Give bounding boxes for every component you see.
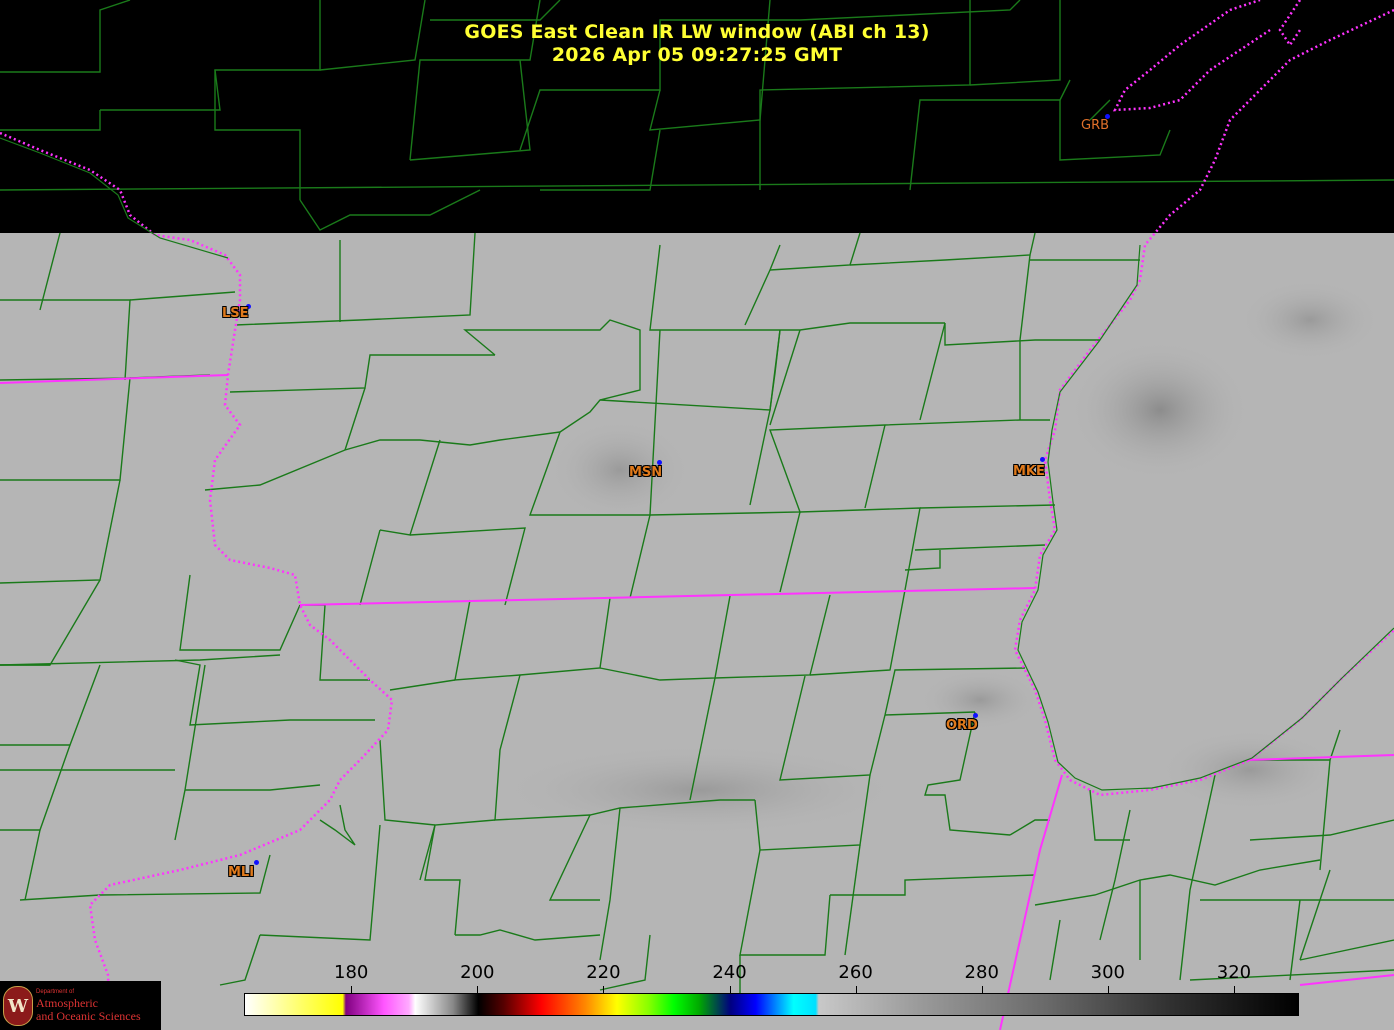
satellite-map-view: GOES East Clean IR LW window (ABI ch 13)… — [0, 0, 1394, 1030]
station-label-msn: MSN — [629, 465, 663, 480]
station-label-grb: GRB — [1081, 118, 1110, 133]
colorbar-tick-mark — [477, 986, 479, 993]
image-title: GOES East Clean IR LW window (ABI ch 13) — [464, 21, 930, 43]
uw-seal-icon: W — [3, 986, 33, 1026]
colorbar-tick-label: 240 — [712, 962, 747, 983]
colorbar-tick-label: 220 — [586, 962, 621, 983]
station-marker — [254, 860, 259, 865]
colorbar-tick-mark — [1107, 986, 1109, 993]
colorbar-tick-mark — [1233, 986, 1235, 993]
colorbar-tick-label: 260 — [838, 962, 873, 983]
cold-cloud-region — [550, 420, 690, 520]
colorbar-tick-label: 180 — [334, 962, 369, 983]
station-label-ord: ORD — [946, 718, 978, 733]
station-label-lse: LSE — [222, 306, 249, 321]
temperature-colorbar — [244, 993, 1299, 1016]
colorbar-tick-label: 280 — [964, 962, 999, 983]
station-label-mli: MLI — [228, 865, 255, 880]
colorbar-tick-mark — [351, 986, 353, 993]
aos-logo: W Department of Atmospheric and Oceanic … — [0, 981, 161, 1030]
colorbar-tick-label: 300 — [1090, 962, 1126, 983]
colorbar-tick-mark — [729, 986, 731, 993]
cold-cloud-region — [920, 670, 1040, 730]
map-canvas — [0, 0, 1394, 1030]
cold-cloud-region — [500, 745, 900, 835]
image-timestamp: 2026 Apr 05 09:27:25 GMT — [551, 44, 843, 66]
cold-cloud-region — [1160, 730, 1340, 810]
colorbar-tick-label: 200 — [460, 962, 495, 983]
station-label-mke: MKE — [1013, 464, 1045, 479]
colorbar-tick-mark — [603, 986, 605, 993]
colorbar-tick-mark — [855, 986, 857, 993]
cold-cloud-region — [1070, 340, 1250, 480]
cold-cloud-region — [1240, 280, 1380, 360]
logo-line-2: and Oceanic Sciences — [36, 1009, 141, 1023]
colorbar-tick-label: 320 — [1216, 962, 1252, 983]
logo-dept-text: Department of — [36, 989, 75, 995]
station-marker — [1040, 457, 1045, 462]
colorbar-tick-mark — [981, 986, 983, 993]
